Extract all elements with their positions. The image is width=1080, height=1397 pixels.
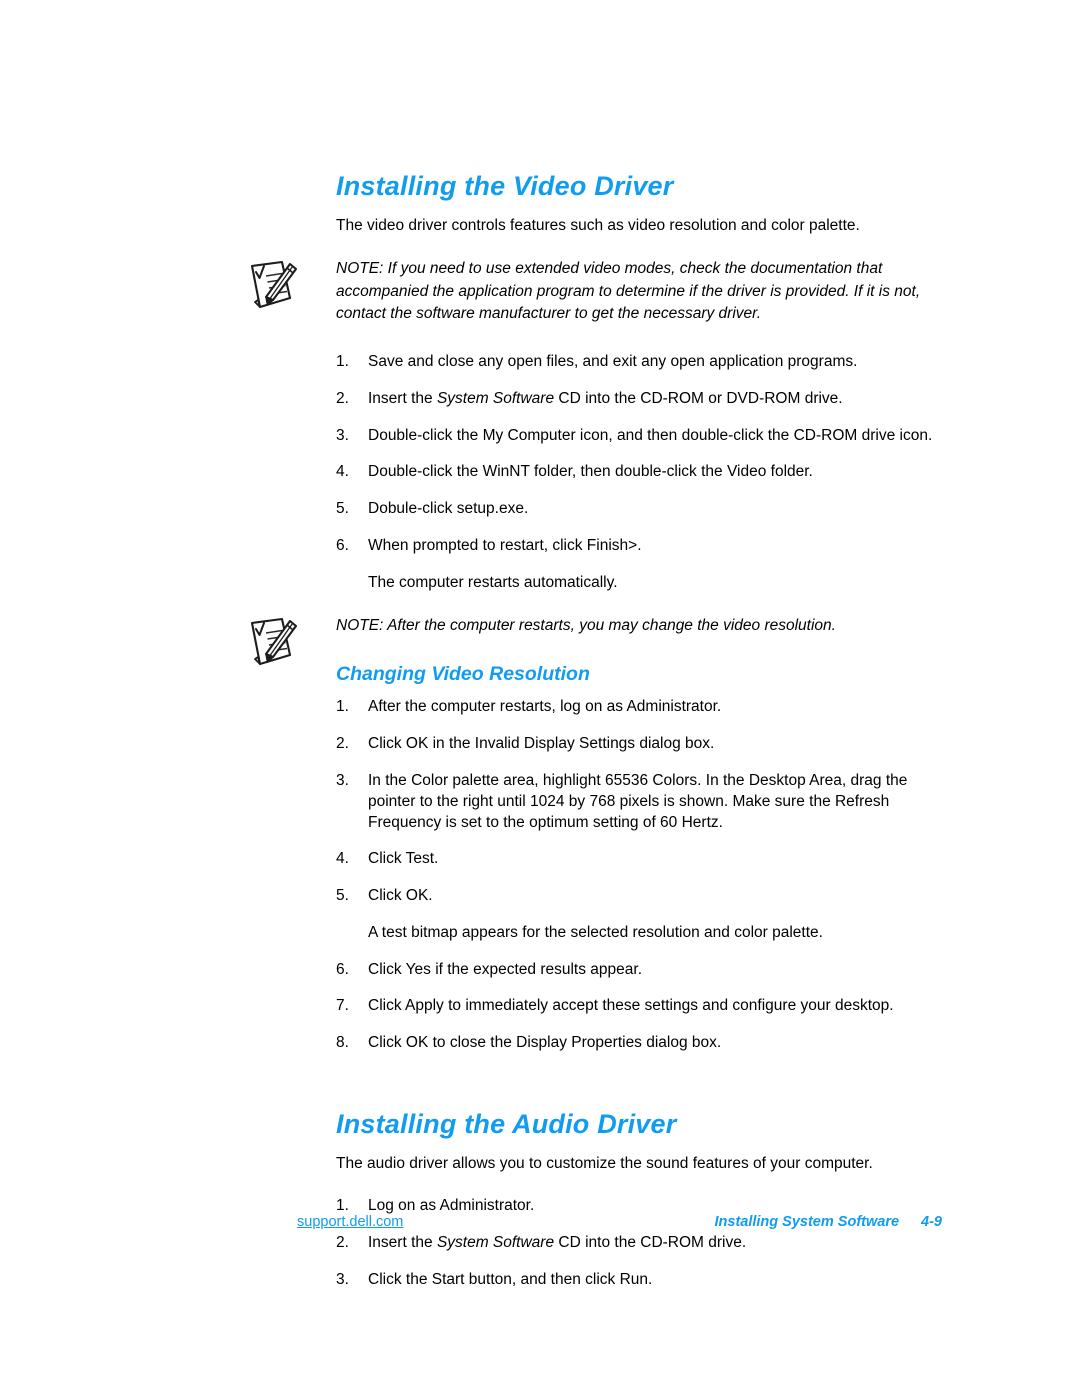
list-item: 7. Click Apply to immediately accept thes… <box>336 996 940 1017</box>
list-item: 3. Click the Start button, and then click… <box>336 1270 940 1291</box>
list-item: 5. Click OK. A test bitmap appears for th… <box>336 886 940 944</box>
step-number: 8. <box>336 1034 349 1052</box>
step-number: 3. <box>336 426 349 444</box>
step-number: 3. <box>336 771 349 789</box>
list-item: 2. Click OK in the Invalid Display Settin… <box>336 734 940 755</box>
step-text: After the computer restarts, log on as A… <box>368 698 722 716</box>
step-text-cont: CD into the CD-ROM drive. <box>554 1233 747 1251</box>
step-number: 3. <box>336 1270 349 1288</box>
step-number: 5. <box>336 500 349 518</box>
step-result-text: A test bitmap appears for the selected r… <box>368 923 823 941</box>
step-text: Insert the <box>368 389 437 407</box>
note-pencil-icon <box>244 258 302 314</box>
step-number: 1. <box>336 698 349 716</box>
list-item: 3. Double-click the My Computer icon, and… <box>336 426 940 447</box>
step-text: Click Test. <box>368 850 439 868</box>
step-number: 4. <box>336 463 349 481</box>
step-text: Log on as Administrator. <box>368 1197 535 1214</box>
step-number: 1. <box>336 353 349 371</box>
note-text-video: NOTE: If you need to use extended video … <box>336 260 921 323</box>
step-text: When prompted to restart, click Finish>. <box>368 536 642 554</box>
list-item: 1. Save and close any open files, and exi… <box>336 352 940 373</box>
step-number: 4. <box>336 850 349 868</box>
note-block-video: NOTE: If you need to use extended video … <box>250 258 940 326</box>
subsection-title-changing-video-resolution: Changing Video Resolution <box>336 663 590 685</box>
step-number: 6. <box>336 536 349 554</box>
step-text: Click the Start button, and then click R… <box>368 1270 653 1288</box>
list-item: 4. Click Test. <box>336 849 940 870</box>
step-emphasis: System Software <box>436 389 555 407</box>
step-text: Double-click the My Computer icon, and t… <box>368 426 933 444</box>
page-footer: support.dell.com Installing System Softw… <box>297 1214 942 1230</box>
video-driver-intro: The video driver controls features such … <box>336 216 860 234</box>
audio-driver-intro: The audio driver allows you to customize… <box>336 1154 873 1172</box>
list-item: 3. In the Color palette area, highlight 6… <box>336 771 940 833</box>
step-text: Click OK to close the Display Properties… <box>368 1034 722 1052</box>
step-text: Save and close any open files, and exit … <box>368 353 858 371</box>
list-item: 6. Click Yes if the expected results appe… <box>336 960 940 981</box>
step-number: 6. <box>336 960 349 978</box>
page-title-video-driver: Installing the Video Driver <box>336 171 674 201</box>
list-item: 2. Insert the System Software CD into the… <box>336 389 940 410</box>
step-text: Click Yes if the expected results appear… <box>368 960 642 978</box>
step-text: Click Apply to immediately accept these … <box>368 997 894 1015</box>
note-pencil-icon <box>244 615 302 671</box>
step-text-cont: CD into the CD-ROM or DVD-ROM drive. <box>554 389 843 407</box>
footer-page-number: 4-9 <box>921 1214 942 1230</box>
list-item: 4. Double-click the WinNT folder, then do… <box>336 462 940 483</box>
footer-chapter-and-page: Installing System Software 4-9 <box>715 1214 943 1230</box>
step-text: In the Color palette area, highlight 655… <box>368 771 908 831</box>
step-number: 2. <box>336 389 349 407</box>
step-number: 2. <box>336 1233 349 1251</box>
step-emphasis: System Software <box>436 1233 555 1251</box>
list-item: 2. Insert the System Software CD into the… <box>336 1233 940 1254</box>
step-text: Insert the <box>368 1233 437 1251</box>
video-driver-steps: 1. Save and close any open files, and exi… <box>336 352 940 593</box>
page-title-audio-driver: Installing the Audio Driver <box>336 1108 677 1139</box>
audio-driver-steps: 1. Log on as Administrator. 2. Insert the … <box>336 1196 940 1290</box>
page-content: Installing the Video Driver The video dr… <box>250 171 940 1312</box>
note-text-resolution: NOTE: After the computer restarts, you m… <box>336 617 836 635</box>
step-text: Click OK. <box>368 887 433 905</box>
step-text: Click OK in the Invalid Display Settings… <box>368 735 715 753</box>
support-dell-com-link[interactable]: support.dell.com <box>297 1214 403 1230</box>
list-item: 8. Click OK to close the Display Properti… <box>336 1033 940 1054</box>
document-page: Installing the Video Driver The video dr… <box>0 0 1080 1397</box>
step-text: Double-click the WinNT folder, then doub… <box>368 463 813 481</box>
list-item: 5. Dobule-click setup.exe. <box>336 499 940 520</box>
step-result-text: The computer restarts automatically. <box>368 573 618 591</box>
list-item: 6. When prompted to restart, click Finish… <box>336 536 940 594</box>
changing-resolution-steps: 1. After the computer restarts, log on as… <box>336 697 940 1053</box>
step-number: 5. <box>336 887 349 905</box>
step-number: 2. <box>336 735 349 753</box>
step-text: Dobule-click setup.exe. <box>368 500 529 518</box>
step-number: 7. <box>336 997 349 1015</box>
note-block-resolution: NOTE: After the computer restarts, you m… <box>250 615 940 666</box>
footer-chapter-title: Installing System Software <box>714 1214 900 1230</box>
list-item: 1. After the computer restarts, log on as… <box>336 697 940 718</box>
